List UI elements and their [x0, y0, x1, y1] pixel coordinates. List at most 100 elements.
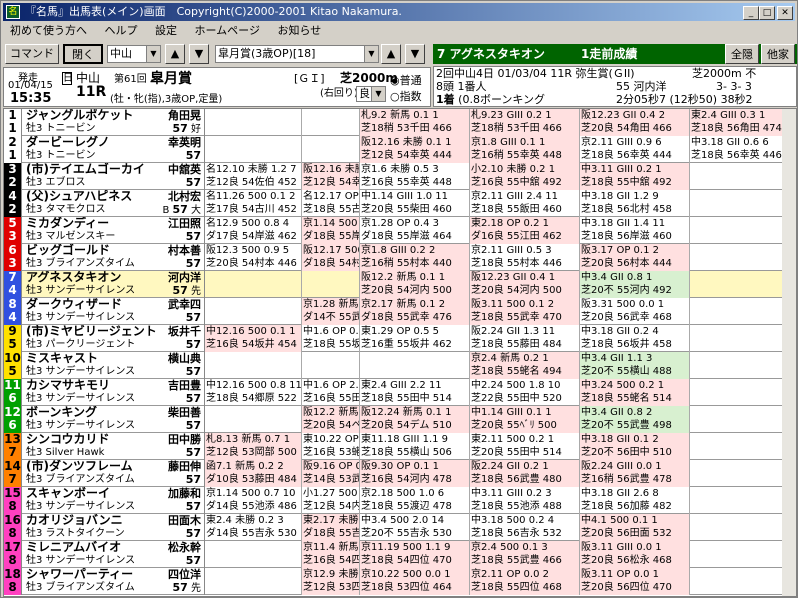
horse-name[interactable]: (市)ミヤビリージェント [26, 325, 157, 338]
past-race-cell[interactable]: 中2.24 500 1.8 10 芝22良 55田中 520 [470, 379, 580, 406]
hide-all-button[interactable]: 全隠 [725, 44, 759, 64]
past-race-cell[interactable]: 京2.18 500 1.0 6 芝18良 55渡辺 478 [360, 487, 470, 514]
past-race-cell[interactable] [690, 487, 788, 514]
past-race-cell[interactable]: 東2.17 未勝 0.0 1ダ18良 55吉永 530 [302, 514, 360, 541]
past-race-cell[interactable]: 阪3.11 OP 0.0 1 芝20良 56四位 470 [580, 568, 690, 595]
past-race-cell[interactable] [690, 163, 788, 190]
past-race-cell[interactable]: 阪12.23 GII 0.4 2 芝20良 54角田 466 [580, 109, 690, 136]
horse-cell[interactable]: シャワーパーティー 牡3 ブライアンズタイム 四位洋 57 先 [22, 568, 205, 595]
past-race-cell[interactable]: 阪3.11 500 0.1 2 芝18良 55武幸 470 [470, 298, 580, 325]
past-race-cell[interactable]: 京2.4 500 0.1 3 芝18良 55武豊 466 [470, 541, 580, 568]
horse-name[interactable]: カシマサキモリ [26, 379, 110, 392]
past-race-cell[interactable]: 京10.22 500 0.0 1 芝18良 53四位 464 [360, 568, 470, 595]
maximize-button[interactable]: □ [759, 6, 775, 20]
past-race-cell[interactable]: 中12.16 500 0.1 1 芝16良 54坂井 454 [205, 325, 302, 352]
table-row[interactable]: 6 3 ビッグゴールド 牡3 ブライアンズタイム 村本善 57 阪12.3 500 0.… [4, 244, 796, 271]
past-race-cell[interactable]: 中1.6 OP 2.0 14芝16良 55田中 520 [302, 379, 360, 406]
horse-name[interactable]: ミスキャスト [26, 352, 98, 365]
horse-name[interactable]: (父)シュアハピネス [26, 190, 132, 203]
horse-name[interactable]: シャワーパーティー [26, 568, 133, 581]
table-row[interactable]: 3 2 (市)テイエムゴーカイ 牡3 エブロス 中舘英 57 名12.10 未勝 1.2… [4, 163, 796, 190]
past-race-cell[interactable] [360, 352, 470, 379]
past-race-cell[interactable] [690, 190, 788, 217]
past-race-cell[interactable]: 京2.4 新馬 0.2 1 芝18良 55蛯名 494 [470, 352, 580, 379]
past-race-cell[interactable]: 阪2.24 GII 1.3 11 芝18良 55藤田 484 [470, 325, 580, 352]
table-row[interactable]: 4 2 (父)シュアハピネス 牡3 タマモクロス 北村宏 B 57 大名11.26 500… [4, 190, 796, 217]
past-race-cell[interactable] [690, 379, 788, 406]
past-race-cell[interactable]: 小2.10 未勝 0.2 1 芝16良 55中舘 492 [470, 163, 580, 190]
horse-cell[interactable]: (市)ミヤビリージェント 牡3 パークリージェント 坂井千 57 [22, 325, 205, 352]
table-row[interactable]: 10 5 ミスキャスト 牡3 サンデーサイレンス 横山典 57 京2.4 新馬 0.2 … [4, 352, 796, 379]
past-race-cell[interactable]: 中4.1 500 0.1 1 芝20良 56田面 532 [580, 514, 690, 541]
horse-name[interactable]: ボーンキング [26, 406, 97, 419]
past-race-cell[interactable]: 札8.13 新馬 0.7 1 芝12良 53岡部 500 [205, 433, 302, 460]
past-race-cell[interactable]: 東10.22 OP 0.1 3芝16良 53蛯名 508 [302, 433, 360, 460]
past-race-cell[interactable]: 東11.18 GIII 1.1 9 芝18良 55横山 506 [360, 433, 470, 460]
prev-race-button[interactable]: ▲ [381, 44, 401, 64]
next-race-button[interactable]: ▼ [405, 44, 425, 64]
past-race-cell[interactable] [205, 541, 302, 568]
radio-normal[interactable]: ◉普通 [390, 72, 422, 88]
past-race-cell[interactable]: 中3.18 GII 1.2 9 芝18良 56北村 458 [580, 190, 690, 217]
past-race-cell[interactable]: 京1.6 未勝 0.5 3 芝16良 55幸英 448 [360, 163, 470, 190]
past-race-cell[interactable]: 東2.4 GIII 0.3 1 芝18良 56角田 474 [690, 109, 788, 136]
past-race-cell[interactable] [205, 109, 302, 136]
past-race-cell[interactable]: 中3.4 GII 1.1 3 芝20不 55横山 488 [580, 352, 690, 379]
horse-cell[interactable]: (父)シュアハピネス 牡3 タマモクロス 北村宏 B 57 大 [22, 190, 205, 217]
horse-cell[interactable]: ミレニアムバイオ 牡3 サンデーサイレンス 松永幹 57 [22, 541, 205, 568]
past-race-cell[interactable]: 京2.11 GIII 0.5 3 芝18良 55村本 446 [470, 244, 580, 271]
past-race-cell[interactable]: 中3.11 GIII 0.2 1 芝18良 55中舘 492 [580, 163, 690, 190]
past-race-cell[interactable]: 札9.23 GIII 0.2 1 芝18稍 53千田 466 [470, 109, 580, 136]
past-race-cell[interactable]: 中1.6 OP 0.1 4芝18良 55坂井 460 [302, 325, 360, 352]
past-race-cell[interactable]: 中3.4 GII 0.8 2 芝20不 55武豊 498 [580, 406, 690, 433]
past-race-cell[interactable]: 名12.17 OP 1.0 12芝18良 55古川 460 [302, 190, 360, 217]
race-select[interactable]: 皐月賞(3歳OP)[18] ▼ [215, 45, 379, 63]
past-race-cell[interactable]: 京1.28 新馬 0.1 2ダ14不 55武幸 476 [302, 298, 360, 325]
past-race-cell[interactable] [690, 568, 788, 595]
table-row[interactable]: 9 5 (市)ミヤビリージェント 牡3 パークリージェント 坂井千 57 中12.16 … [4, 325, 796, 352]
minimize-button[interactable]: _ [743, 6, 759, 20]
past-race-cell[interactable]: 阪9.16 OP 0.0 2芝14良 53武豊 482 [302, 460, 360, 487]
past-race-cell[interactable]: 中3.24 500 0.2 1 芝18良 55蛯名 514 [580, 379, 690, 406]
horse-name[interactable]: スキャンボーイ [26, 487, 110, 500]
menu-news[interactable]: お知らせ [270, 22, 328, 40]
menu-settings[interactable]: 設定 [148, 22, 184, 40]
past-race-cell[interactable]: 阪12.2 新馬 0.1 1 芝20良 54河内 500 [360, 271, 470, 298]
other-button[interactable]: 他家 [761, 44, 795, 64]
past-race-cell[interactable] [690, 298, 788, 325]
past-race-cell[interactable] [690, 541, 788, 568]
radio-index[interactable]: ○指数 [390, 88, 422, 104]
horse-name[interactable]: (市)ダンツフレーム [26, 460, 133, 473]
past-race-cell[interactable]: 京1.8 GIII 0.2 2 芝16稍 55村本 440 [360, 244, 470, 271]
past-race-cell[interactable] [205, 136, 302, 163]
past-race-cell[interactable] [690, 433, 788, 460]
past-race-cell[interactable]: 中3.18 GII 1.4 11 芝18良 56岸滋 460 [580, 217, 690, 244]
horse-name[interactable]: ダービーレグノ [26, 136, 110, 149]
menu-homepage[interactable]: ホームページ [188, 22, 267, 40]
close-view-button[interactable]: 閉く [63, 44, 103, 64]
menu-help-first[interactable]: 初めて使う方へ [3, 22, 94, 40]
past-race-cell[interactable]: 名11.26 500 0.1 2 芝17良 54古川 452 [205, 190, 302, 217]
past-race-cell[interactable]: 京1.14 500 0.0 1ダ18良 55岸滋 468 [302, 217, 360, 244]
menu-help[interactable]: ヘルプ [98, 22, 145, 40]
past-race-cell[interactable] [205, 271, 302, 298]
past-race-cell[interactable]: 札9.2 新馬 0.1 1 芝18稍 53千田 466 [360, 109, 470, 136]
past-race-cell[interactable]: 中3.4 GII 0.8 1 芝20不 55河内 492 [580, 271, 690, 298]
table-row[interactable]: 18 8 シャワーパーティー 牡3 ブライアンズタイム 四位洋 57 先 京12.9 未勝… [4, 568, 796, 595]
past-race-cell[interactable] [302, 136, 360, 163]
past-race-cell[interactable] [205, 298, 302, 325]
past-race-cell[interactable] [205, 352, 302, 379]
past-race-cell[interactable]: 京2.11 GIII 0.9 6 芝18良 56幸英 444 [580, 136, 690, 163]
horse-name[interactable]: ダークウィザード [26, 298, 122, 311]
past-race-cell[interactable]: 中3.18 500 0.2 4 芝18良 56吉永 532 [470, 514, 580, 541]
table-row[interactable]: 126 ボーンキング牡3 サンデーサイレンス 柴田善 57 阪12.2 新馬 2.0… [4, 406, 796, 433]
past-race-cell[interactable]: 中3.18 GII 0.6 6 芝18良 56幸英 446 [690, 136, 788, 163]
past-race-cell[interactable]: 阪12.2 新馬 2.0 5芝20良 54ペリ 508 [302, 406, 360, 433]
horse-name[interactable]: ミレニアムバイオ [26, 541, 121, 554]
past-race-cell[interactable]: 阪12.24 新馬 0.1 1 芝20良 54デム 510 [360, 406, 470, 433]
past-race-cell[interactable] [205, 406, 302, 433]
past-race-cell[interactable]: 小1.27 500 2.6 6芝12良 54内田 486 [302, 487, 360, 514]
past-race-cell[interactable]: 阪3.11 GIII 0.0 1 芝20良 56松永 468 [580, 541, 690, 568]
past-race-cell[interactable] [690, 406, 788, 433]
horse-cell[interactable]: カシマサキモリ 牡3 サンデーサイレンス 吉田豊 57 [22, 379, 205, 406]
